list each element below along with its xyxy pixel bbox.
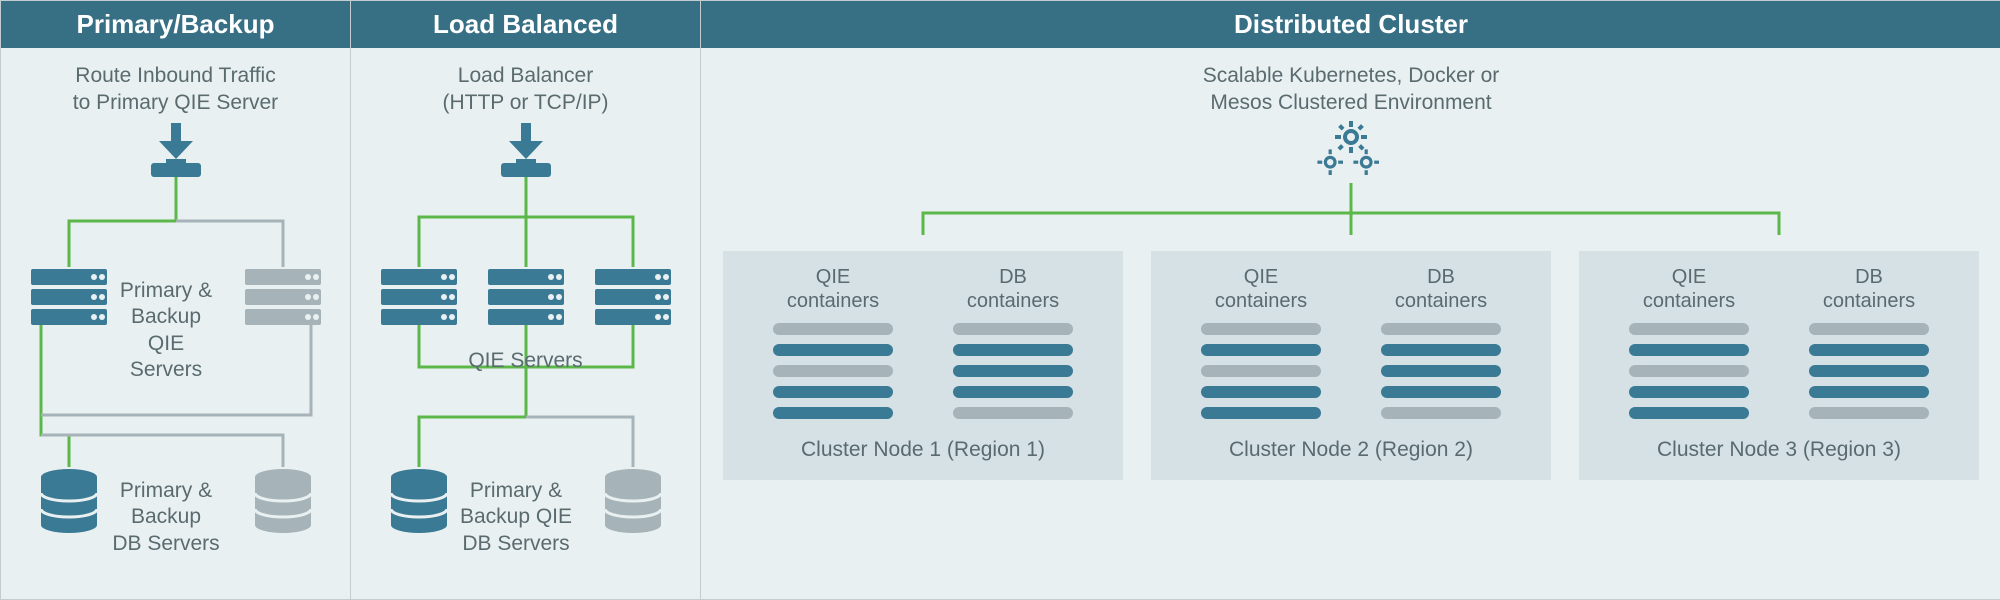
desc-distributed: Scalable Kubernetes, Docker or Mesos Clu…: [719, 62, 1983, 117]
header-load-balanced: Load Balanced: [351, 1, 700, 48]
server-icon: [31, 269, 107, 325]
cluster-node: QIE containers DB containers: [1151, 251, 1551, 480]
label-db-containers: DB containers: [1809, 265, 1929, 313]
column-distributed: Distributed Cluster Scalable Kubernetes,…: [701, 1, 2000, 599]
column-primary-backup: Primary/Backup Route Inbound Traffic to …: [1, 1, 351, 599]
diagram-distributed-top: [719, 117, 1983, 237]
label-qie-containers: QIE containers: [773, 265, 893, 313]
container-bars-icon: [1201, 323, 1321, 419]
container-bars-icon: [953, 323, 1073, 419]
header-primary-backup: Primary/Backup: [1, 1, 350, 48]
desc-primary-backup: Route Inbound Traffic to Primary QIE Ser…: [19, 62, 332, 117]
container-bars-icon: [773, 323, 893, 419]
label-db-servers: Primary & Backup DB Servers: [101, 478, 231, 557]
server-icon: [488, 269, 564, 325]
label-qie-servers: Primary & Backup QIE Servers: [111, 278, 221, 383]
container-bars-icon: [1629, 323, 1749, 419]
node-caption: Cluster Node 1 (Region 1): [743, 438, 1103, 462]
server-icon: [381, 269, 457, 325]
cluster-node: QIE containers DB containers: [723, 251, 1123, 480]
label-db-containers: DB containers: [953, 265, 1073, 313]
desc-load-balanced: Load Balancer (HTTP or TCP/IP): [369, 62, 682, 117]
database-icon: [391, 469, 447, 533]
container-bars-icon: [1381, 323, 1501, 419]
label-qie-containers: QIE containers: [1629, 265, 1749, 313]
label-db-containers: DB containers: [1381, 265, 1501, 313]
database-icon: [41, 469, 97, 533]
server-icon: [245, 269, 321, 325]
label-db-servers: Primary & Backup QIE DB Servers: [451, 478, 581, 557]
header-distributed: Distributed Cluster: [701, 1, 2000, 48]
label-qie-containers: QIE containers: [1201, 265, 1321, 313]
ingress-icon: [151, 123, 201, 177]
database-icon: [605, 469, 661, 533]
database-icon: [255, 469, 311, 533]
column-load-balanced: Load Balanced Load Balancer (HTTP or TCP…: [351, 1, 701, 599]
gears-icon: [1317, 121, 1379, 175]
ingress-icon: [501, 123, 551, 177]
node-caption: Cluster Node 3 (Region 3): [1599, 438, 1959, 462]
server-icon: [595, 269, 671, 325]
container-bars-icon: [1809, 323, 1929, 419]
cluster-nodes: QIE containers DB containers: [719, 251, 1983, 480]
cluster-node: QIE containers DB containers: [1579, 251, 1979, 480]
label-qie-servers: QIE Servers: [351, 348, 700, 374]
node-caption: Cluster Node 2 (Region 2): [1171, 438, 1531, 462]
